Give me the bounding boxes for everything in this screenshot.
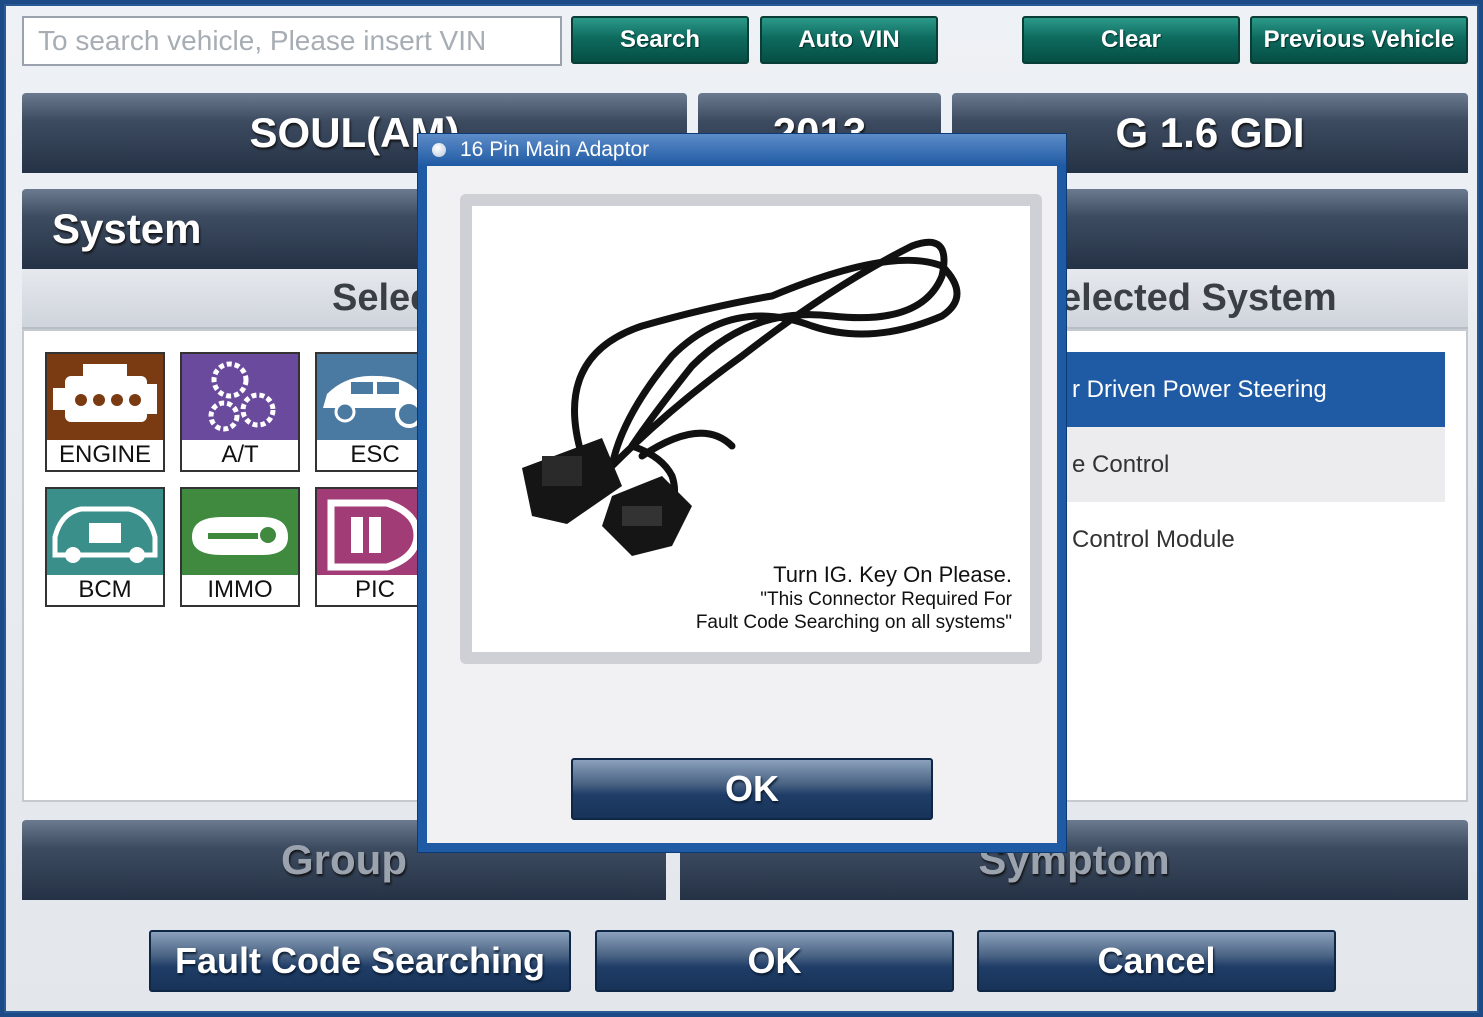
connector-note-line2: Fault Code Searching on all systems" xyxy=(695,612,1012,633)
system-title: System xyxy=(52,205,202,252)
vehicle-engine: G 1.6 GDI xyxy=(1115,109,1305,156)
fault-code-searching-button[interactable]: Fault Code Searching xyxy=(149,930,571,992)
selected-system-row-1[interactable]: r Driven Power Steering xyxy=(1060,352,1445,427)
adaptor-image-frame: Turn IG. Key On Please. "This Connector … xyxy=(460,194,1042,664)
connector-note-line1: "This Connector Required For xyxy=(760,589,1012,610)
clear-button[interactable]: Clear xyxy=(1022,16,1240,64)
tile-label: PIC xyxy=(354,576,395,603)
tile-engine[interactable]: ENGINE xyxy=(45,352,165,472)
window-icon xyxy=(432,143,446,157)
cancel-button[interactable]: Cancel xyxy=(977,930,1336,992)
vin-search-input[interactable] xyxy=(22,16,562,66)
car-battery-icon xyxy=(47,489,163,575)
group-label: Group xyxy=(281,836,407,883)
previous-vehicle-button[interactable]: Previous Vehicle xyxy=(1250,16,1468,64)
engine-icon xyxy=(47,354,163,440)
tile-at[interactable]: A/T xyxy=(180,352,300,472)
ok-button[interactable]: OK xyxy=(595,930,954,992)
tile-label: ENGINE xyxy=(58,441,151,468)
tile-bcm[interactable]: BCM xyxy=(45,487,165,607)
tile-esc[interactable]: ESC xyxy=(315,352,420,472)
auto-vin-button[interactable]: Auto VIN xyxy=(760,16,938,64)
selected-system-row-2[interactable]: e Control xyxy=(1060,427,1445,502)
selected-system-row-3[interactable]: Control Module xyxy=(1060,502,1445,577)
search-button[interactable]: Search xyxy=(571,16,749,64)
dialog-title: 16 Pin Main Adaptor xyxy=(460,138,650,161)
instruction-text: Turn IG. Key On Please. xyxy=(773,562,1012,587)
tile-label: BCM xyxy=(78,576,132,603)
tile-label: A/T xyxy=(221,441,259,468)
tile-label: ESC xyxy=(350,441,400,468)
system-row-label: r Driven Power Steering xyxy=(1072,375,1327,403)
tile-immo[interactable]: IMMO xyxy=(180,487,300,607)
dialog-title-bar[interactable]: 16 Pin Main Adaptor xyxy=(418,134,1066,166)
tile-pic[interactable]: PIC xyxy=(315,487,420,607)
key-icon xyxy=(182,489,298,575)
system-row-label: Control Module xyxy=(1072,525,1235,553)
select-header-label: Selec xyxy=(332,276,432,319)
dialog-ok-button[interactable]: OK xyxy=(571,758,933,820)
smart-key-icon xyxy=(317,489,418,575)
adaptor-image: Turn IG. Key On Please. "This Connector … xyxy=(472,206,1030,652)
adaptor-dialog: 16 Pin Main Adaptor Turn IG. Key On Plea… xyxy=(418,134,1066,852)
tile-label: IMMO xyxy=(207,576,273,603)
car-brake-icon xyxy=(317,354,418,440)
gears-icon xyxy=(182,354,298,440)
selected-system-header: elected System xyxy=(1040,269,1468,329)
system-row-label: e Control xyxy=(1072,450,1170,478)
selected-header-label: elected System xyxy=(1060,276,1337,319)
